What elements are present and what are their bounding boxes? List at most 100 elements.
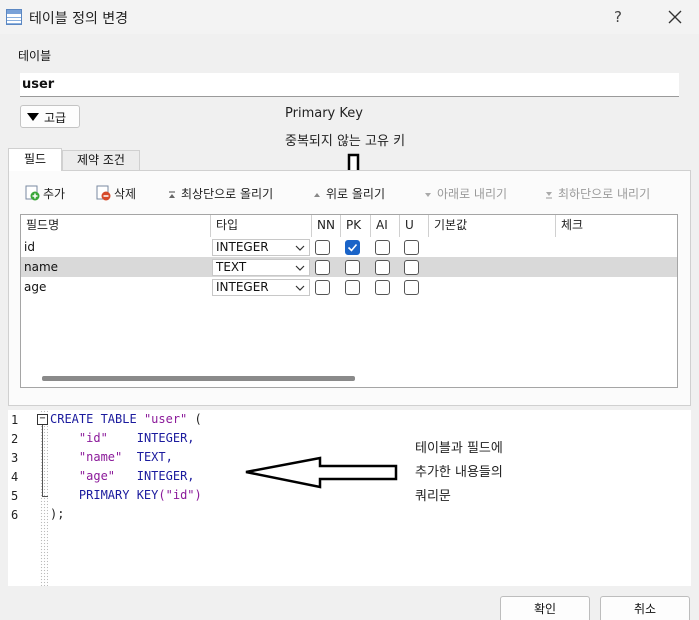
move-up-icon — [314, 193, 320, 197]
type-select[interactable]: TEXT — [212, 259, 310, 276]
close-button[interactable] — [660, 4, 690, 30]
ai-checkbox[interactable] — [375, 240, 390, 255]
code-line-3: "name" TEXT, — [50, 448, 173, 467]
check-icon — [347, 243, 358, 252]
advanced-button[interactable]: 고급 — [20, 105, 80, 128]
header-ai[interactable]: AI — [371, 215, 400, 237]
u-checkbox[interactable] — [404, 280, 419, 295]
move-bottom-label: 최하단으로 내리기 — [558, 187, 651, 201]
add-field-button[interactable]: 추가 — [24, 185, 65, 203]
table-row[interactable]: age INTEGER — [21, 277, 677, 297]
ok-button[interactable]: 확인 — [500, 596, 590, 620]
sql-pk-field: ("id") — [158, 488, 202, 502]
nn-checkbox[interactable] — [315, 240, 330, 255]
left-arrow-annotation — [245, 456, 398, 489]
annotation-sql-line: 쿼리문 — [415, 489, 451, 504]
fold-guide — [42, 425, 43, 497]
help-button[interactable]: ? — [605, 5, 631, 29]
tab-fields[interactable]: 필드 — [8, 148, 62, 171]
field-name-cell[interactable]: age — [21, 277, 211, 297]
delete-field-button[interactable]: 삭제 — [95, 185, 136, 203]
delete-field-label: 삭제 — [114, 187, 137, 201]
sql-field-name: "name" — [78, 450, 123, 464]
close-icon — [668, 10, 682, 24]
move-up-button[interactable]: 위로 올리기 — [311, 185, 385, 203]
sql-keyword: PRIMARY KEY — [78, 488, 159, 502]
table-row[interactable]: name TEXT — [21, 257, 677, 277]
window-title: 테이블 정의 변경 — [29, 11, 129, 27]
add-icon — [25, 185, 40, 201]
horizontal-scrollbar[interactable] — [21, 370, 677, 387]
code-line-4: "age" INTEGER, — [50, 467, 195, 486]
sql-field-name: "id" — [78, 431, 108, 445]
pk-checkbox[interactable] — [345, 240, 360, 255]
header-field-name[interactable]: 필드명 — [21, 215, 211, 237]
table-row[interactable]: id INTEGER — [21, 237, 677, 257]
table-group-label: 테이블 — [18, 49, 52, 63]
table-name-input[interactable] — [20, 73, 679, 97]
field-name-cell[interactable]: name — [21, 257, 211, 277]
move-bottom-button[interactable]: 최하단으로 내리기 — [543, 185, 650, 203]
nn-checkbox[interactable] — [315, 260, 330, 275]
type-select-value: TEXT — [216, 260, 247, 274]
header-pk[interactable]: PK — [341, 215, 371, 237]
chevron-down-icon — [295, 245, 305, 251]
line-number: 3 — [11, 451, 19, 465]
line-number: 4 — [11, 470, 19, 484]
table-app-icon — [6, 9, 22, 25]
type-select[interactable]: INTEGER — [212, 239, 310, 256]
fields-grid: 필드명 타입 NN PK AI U 기본값 체크 id INTEGER name… — [20, 214, 678, 388]
header-check[interactable]: 체크 — [556, 215, 677, 237]
type-select[interactable]: INTEGER — [212, 279, 310, 296]
cancel-button[interactable]: 취소 — [600, 596, 690, 620]
sql-close: ); — [50, 507, 65, 521]
line-number: 6 — [11, 508, 19, 522]
chevron-down-icon — [295, 285, 305, 291]
sql-type: INTEGER, — [136, 431, 195, 445]
header-nn[interactable]: NN — [312, 215, 341, 237]
sql-paren: ( — [194, 412, 202, 426]
move-down-button[interactable]: 아래로 내리기 — [422, 185, 507, 203]
sql-field-name: "age" — [78, 469, 116, 483]
chevron-down-icon — [295, 265, 305, 271]
annotation-sql-line: 추가한 내용들의 — [415, 465, 503, 480]
type-select-value: INTEGER — [216, 240, 269, 254]
advanced-button-label: 고급 — [44, 111, 67, 125]
line-number-gutter: 1 2 3 4 5 6 − — [8, 410, 48, 586]
sql-type: TEXT, — [136, 450, 173, 464]
header-type[interactable]: 타입 — [211, 215, 312, 237]
code-line-6: ); — [50, 505, 64, 524]
pk-checkbox[interactable] — [345, 280, 360, 295]
sql-editor[interactable]: 1 2 3 4 5 6 − CREATE TABLE "user" ( "id"… — [8, 410, 691, 586]
move-bottom-icon — [546, 192, 552, 199]
annotation-sql: 테이블과 필드에 추가한 내용들의 쿼리문 — [415, 437, 503, 509]
type-select-value: INTEGER — [216, 280, 269, 294]
move-top-icon — [169, 191, 175, 198]
scrollbar-thumb[interactable] — [42, 376, 355, 381]
sql-type: INTEGER, — [136, 469, 195, 483]
delete-icon — [96, 185, 111, 201]
add-field-label: 추가 — [43, 187, 66, 201]
sql-table-name: "user" — [143, 412, 188, 426]
fold-toggle-icon[interactable]: − — [37, 414, 48, 425]
fold-guide-end — [42, 496, 48, 497]
tab-constraints[interactable]: 제약 조건 — [62, 150, 140, 171]
u-checkbox[interactable] — [404, 260, 419, 275]
sql-keyword: CREATE TABLE — [50, 412, 137, 426]
annotation-pk-title: Primary Key — [285, 106, 363, 121]
ai-checkbox[interactable] — [375, 260, 390, 275]
move-top-button[interactable]: 최상단으로 올리기 — [166, 185, 273, 203]
code-line-2: "id" INTEGER, — [50, 429, 195, 448]
pk-checkbox[interactable] — [345, 260, 360, 275]
u-checkbox[interactable] — [404, 240, 419, 255]
nn-checkbox[interactable] — [315, 280, 330, 295]
field-name-cell[interactable]: id — [21, 237, 211, 257]
ai-checkbox[interactable] — [375, 280, 390, 295]
code-line-5: PRIMARY KEY("id") — [50, 486, 202, 505]
header-u[interactable]: U — [400, 215, 429, 237]
annotation-sql-line: 테이블과 필드에 — [415, 441, 503, 456]
move-down-label: 아래로 내리기 — [437, 187, 508, 201]
header-default[interactable]: 기본값 — [429, 215, 556, 237]
move-down-icon — [425, 193, 431, 197]
line-number: 2 — [11, 432, 19, 446]
